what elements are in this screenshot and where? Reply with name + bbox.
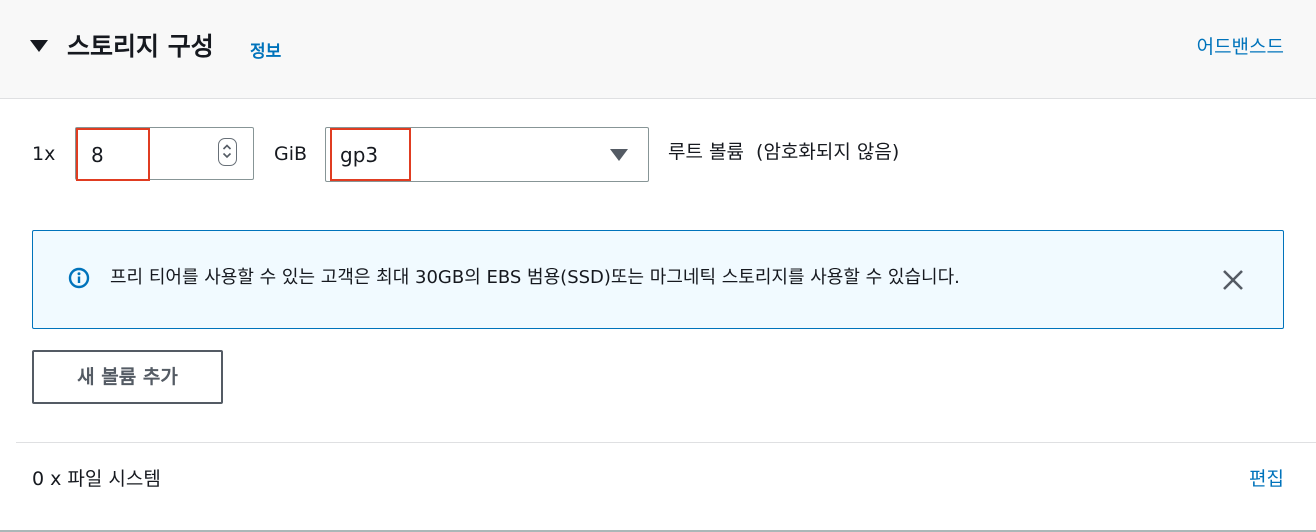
add-volume-button[interactable]: 새 볼륨 추가 (32, 350, 223, 404)
volume-type-value: gp3 (340, 143, 379, 167)
dropdown-caret-icon (610, 149, 628, 161)
volume-count: 1x (32, 143, 56, 165)
size-unit-label: GiB (274, 143, 308, 165)
alert-message: 프리 티어를 사용할 수 있는 고객은 최대 30GB의 EBS 범용(SSD)… (110, 267, 960, 288)
section-title: 스토리지 구성 (67, 32, 214, 61)
collapse-caret-icon[interactable] (30, 40, 48, 52)
root-volume-label: 루트 볼륨 (암호화되지 않음) (668, 141, 900, 163)
section-header: 스토리지 구성 정보 어드밴스드 (0, 0, 1316, 99)
edit-file-systems-link[interactable]: 편집 (1249, 466, 1284, 492)
file-systems-summary: 0 x 파일 시스템 (32, 468, 161, 490)
section-divider (16, 442, 1316, 443)
volume-size-value[interactable]: 8 (91, 142, 104, 168)
storage-config-panel: 스토리지 구성 정보 어드밴스드 1x 8 GiB gp3 루트 볼륨 (암호화… (0, 0, 1316, 532)
info-alert: 프리 티어를 사용할 수 있는 고객은 최대 30GB의 EBS 범용(SSD)… (32, 230, 1284, 329)
volume-size-input[interactable]: 8 (75, 127, 254, 180)
info-icon (68, 267, 90, 289)
stepper-icon[interactable] (218, 138, 237, 166)
advanced-link[interactable]: 어드밴스드 (1197, 34, 1284, 60)
volume-type-select[interactable]: gp3 (325, 127, 649, 182)
close-icon[interactable] (1220, 267, 1246, 293)
info-link[interactable]: 정보 (250, 41, 281, 63)
